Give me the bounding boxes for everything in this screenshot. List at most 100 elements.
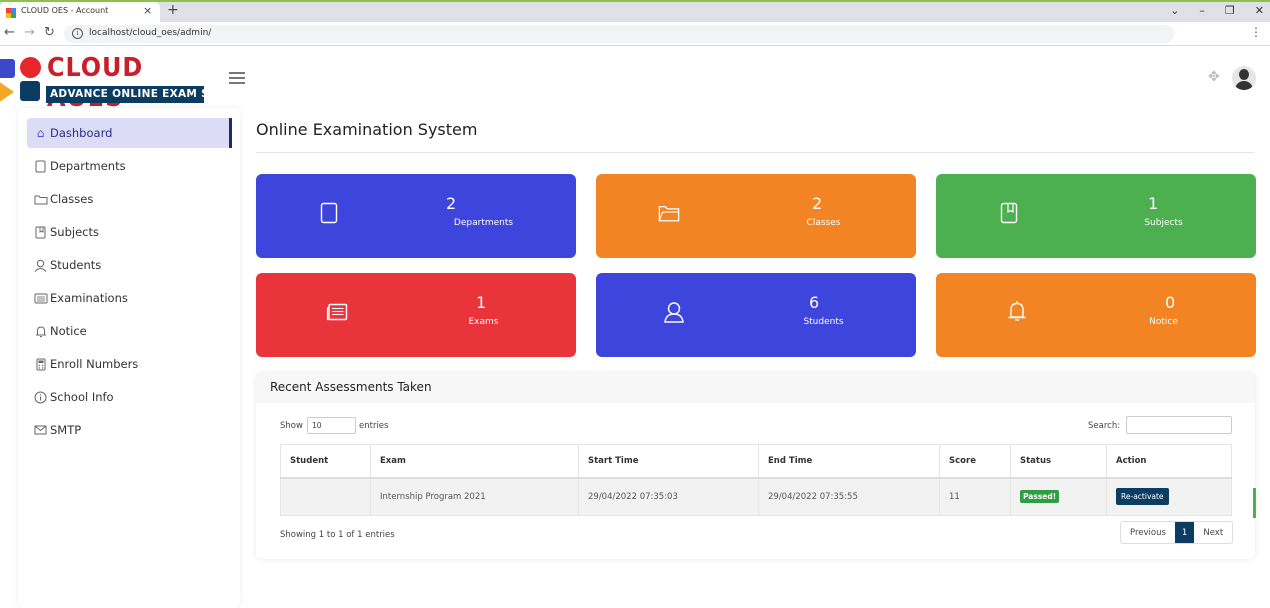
status-badge: Passed! <box>1020 490 1060 504</box>
sidebar-item-label: School Info <box>50 390 114 404</box>
column-header[interactable]: Score <box>939 444 1011 479</box>
newspaper-icon <box>33 291 48 306</box>
sidebar-item-label: Subjects <box>50 225 99 239</box>
logo-title: CLOUD AOES <box>47 53 144 113</box>
user-icon <box>33 258 48 273</box>
logo-circle-red <box>20 57 41 78</box>
reactivate-button[interactable]: Re-activate <box>1116 488 1169 506</box>
home-icon: ⌂ <box>36 126 45 140</box>
column-header[interactable]: Exam <box>370 444 579 479</box>
sidebar-item-dashboard[interactable]: ⌂ Dashboard <box>27 118 232 148</box>
sidebar-item-departments[interactable]: Departments <box>27 151 232 181</box>
close-window-icon[interactable]: ✕ <box>1255 4 1264 17</box>
card-notice[interactable]: 0 Notice <box>936 273 1256 357</box>
divider <box>256 152 1254 153</box>
back-arrow-icon[interactable]: ← <box>4 25 15 40</box>
table-row: Internship Program 2021 29/04/2022 07:35… <box>280 477 1232 516</box>
card-departments[interactable]: 2 Departments <box>256 174 576 258</box>
scroll-indicator <box>1253 488 1256 518</box>
app-logo[interactable]: CLOUD AOES ADVANCE ONLINE EXAM SYSTEM <box>0 53 210 113</box>
url-text: localhost/cloud_oes/admin/ <box>89 28 212 38</box>
browser-tab[interactable]: CLOUD OES - Account × <box>0 2 160 24</box>
action-cell: Re-activate <box>1106 477 1232 516</box>
minimize-icon[interactable]: – <box>1199 4 1205 17</box>
chevron-down-icon[interactable]: ⌄ <box>1170 4 1179 17</box>
document-icon <box>318 202 340 224</box>
pagination: Previous 1 Next <box>1120 521 1234 544</box>
window-controls: ⌄ – ❐ ✕ <box>1170 4 1264 17</box>
info-icon[interactable]: i <box>72 28 83 39</box>
info-icon <box>33 390 48 405</box>
next-button[interactable]: Next <box>1194 522 1232 543</box>
hamburger-menu-icon[interactable] <box>229 72 245 84</box>
sidebar-item-label: Departments <box>50 159 126 173</box>
bell-icon <box>1006 301 1028 323</box>
card-classes[interactable]: 2 Classes <box>596 174 916 258</box>
search-input[interactable] <box>1126 416 1232 434</box>
start-time-cell: 29/04/2022 07:35:03 <box>578 477 759 516</box>
user-avatar[interactable] <box>1232 66 1256 90</box>
page-size-select[interactable]: 10 <box>307 417 356 434</box>
sidebar-item-label: Classes <box>50 192 94 206</box>
sidebar-item-subjects[interactable]: Subjects <box>27 217 232 247</box>
previous-button[interactable]: Previous <box>1121 522 1175 543</box>
sidebar-item-label: Examinations <box>50 291 128 305</box>
assessments-panel: Recent Assessments Taken Show 10 entries… <box>256 373 1255 559</box>
page-title: Online Examination System <box>256 120 478 139</box>
logo-triangle-yellow <box>0 81 14 103</box>
envelope-icon <box>33 423 48 438</box>
user-icon <box>663 301 685 323</box>
browser-menu-icon[interactable]: ⋮ <box>1250 25 1262 39</box>
column-header[interactable]: Student <box>280 444 371 479</box>
sidebar-item-notice[interactable]: Notice <box>27 316 232 346</box>
sidebar-item-label: Enroll Numbers <box>50 357 139 371</box>
card-exams[interactable]: 1 Exams <box>256 273 576 357</box>
entries-label: entries <box>359 421 389 431</box>
sidebar-item-students[interactable]: Students <box>27 250 232 280</box>
showing-info: Showing 1 to 1 of 1 entries <box>280 530 395 540</box>
fullscreen-icon[interactable]: ✥ <box>1208 69 1220 85</box>
score-cell: 11 <box>939 477 1011 516</box>
address-bar: ← → ↻ i localhost/cloud_oes/admin/ ⋮ <box>0 22 1270 46</box>
logo-square-navy <box>20 81 40 101</box>
card-value: 0 <box>1165 293 1176 312</box>
status-cell: Passed! <box>1010 477 1107 516</box>
sidebar: ⌂ Dashboard Departments Classes Subjects… <box>18 108 240 608</box>
assessments-table: Student Exam Start Time End Time Score S… <box>280 444 1232 516</box>
page-1-button[interactable]: 1 <box>1174 522 1195 543</box>
student-cell <box>280 477 371 516</box>
sidebar-item-label: SMTP <box>50 423 82 437</box>
logo-square-blue <box>0 59 15 78</box>
sidebar-item-label: Dashboard <box>50 126 113 140</box>
column-header[interactable]: Action <box>1106 444 1232 479</box>
column-header[interactable]: Status <box>1010 444 1107 479</box>
card-label: Classes <box>806 218 841 228</box>
url-input[interactable]: i localhost/cloud_oes/admin/ <box>64 25 1174 43</box>
column-header[interactable]: End Time <box>758 444 940 479</box>
tab-title: CLOUD OES - Account <box>21 6 109 15</box>
bell-icon <box>33 324 48 339</box>
browser-tab-bar: CLOUD OES - Account × + ⌄ – ❐ ✕ <box>0 0 1270 24</box>
card-label: Subjects <box>1144 218 1183 228</box>
forward-arrow-icon[interactable]: → <box>24 25 35 40</box>
panel-title: Recent Assessments Taken <box>270 380 432 394</box>
card-label: Exams <box>468 317 499 327</box>
folder-icon <box>33 192 48 207</box>
new-tab-button[interactable]: + <box>167 2 179 18</box>
folder-icon <box>658 202 680 224</box>
card-students[interactable]: 6 Students <box>596 273 916 357</box>
card-label: Departments <box>453 218 514 228</box>
close-tab-icon[interactable]: × <box>143 4 152 17</box>
restore-icon[interactable]: ❐ <box>1225 4 1235 17</box>
sidebar-item-examinations[interactable]: Examinations <box>27 283 232 313</box>
column-header[interactable]: Start Time <box>578 444 759 479</box>
sidebar-item-smtp[interactable]: SMTP <box>27 415 232 445</box>
sidebar-item-enroll-numbers[interactable]: Enroll Numbers <box>27 349 232 379</box>
card-subjects[interactable]: 1 Subjects <box>936 174 1256 258</box>
reload-icon[interactable]: ↻ <box>44 25 55 40</box>
book-icon <box>33 225 48 240</box>
sidebar-item-label: Students <box>50 258 102 272</box>
end-time-cell: 29/04/2022 07:35:55 <box>758 477 940 516</box>
sidebar-item-classes[interactable]: Classes <box>27 184 232 214</box>
sidebar-item-school-info[interactable]: School Info <box>27 382 232 412</box>
